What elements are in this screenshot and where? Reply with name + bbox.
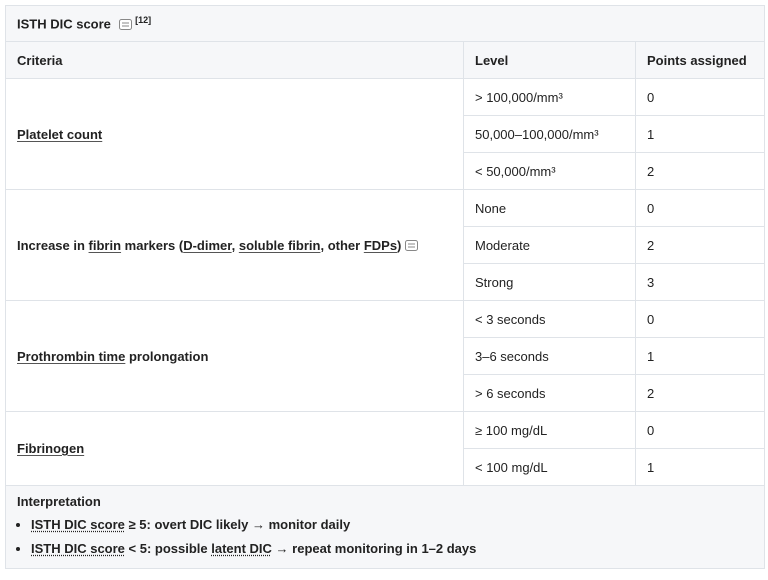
soluble-fibrin-link[interactable]: soluble fibrin bbox=[239, 238, 321, 253]
level-cell: > 100,000/mm³ bbox=[463, 78, 636, 116]
points-cell: 1 bbox=[634, 448, 766, 486]
level-cell: 50,000–100,000/mm³ bbox=[463, 115, 636, 153]
table-row: Platelet count > 100,000/mm³ 0 bbox=[5, 78, 766, 190]
interpretation: Interpretation ISTH DIC score ≥ 5: overt… bbox=[4, 485, 766, 569]
level-cell: > 6 seconds bbox=[463, 374, 636, 412]
level-cell: 3–6 seconds bbox=[463, 337, 636, 375]
fdps-link[interactable]: FDPs bbox=[364, 238, 397, 253]
points-cell: 2 bbox=[634, 152, 766, 190]
level-cell: < 50,000/mm³ bbox=[463, 152, 636, 190]
points-cell: 1 bbox=[634, 115, 766, 153]
criteria-fibrinogen: Fibrinogen bbox=[5, 411, 464, 486]
caption-title: ISTH DIC score bbox=[17, 16, 111, 32]
interpretation-heading: Interpretation bbox=[17, 494, 101, 509]
level-cell: < 100 mg/dL bbox=[463, 448, 636, 486]
table-caption-row: ISTH DIC score [12] bbox=[4, 5, 766, 42]
table-row: Fibrinogen ≥ 100 mg/dL 0 bbox=[5, 411, 766, 486]
table-header-row: Criteria Level Points assigned bbox=[5, 41, 766, 79]
table-row: Increase in fibrin markers (D-dimer, sol… bbox=[5, 189, 766, 301]
points-cell: 3 bbox=[634, 263, 766, 301]
isth-dic-score-link[interactable]: ISTH DIC score bbox=[31, 517, 125, 532]
note-icon[interactable] bbox=[405, 239, 419, 251]
level-cell: Strong bbox=[463, 263, 636, 301]
header-level: Level bbox=[463, 41, 636, 79]
criteria-platelet-count: Platelet count bbox=[5, 78, 464, 190]
table-caption: ISTH DIC score [12] bbox=[4, 5, 766, 42]
level-cell: Moderate bbox=[463, 226, 636, 264]
points-cell: 0 bbox=[634, 411, 766, 449]
reference-link[interactable]: [12] bbox=[135, 15, 151, 25]
list-item: ISTH DIC score ≥ 5: overt DIC likely → m… bbox=[31, 516, 753, 534]
level-cell: < 3 seconds bbox=[463, 300, 636, 338]
interpretation-list: ISTH DIC score ≥ 5: overt DIC likely → m… bbox=[17, 516, 753, 558]
header-points: Points assigned bbox=[634, 41, 766, 79]
interpretation-row: Interpretation ISTH DIC score ≥ 5: overt… bbox=[4, 485, 766, 569]
points-cell: 0 bbox=[634, 300, 766, 338]
d-dimer-link[interactable]: D-dimer bbox=[183, 238, 231, 253]
level-cell: None bbox=[463, 189, 636, 227]
dic-score-table: ISTH DIC score [12] Criteria Level Point… bbox=[4, 5, 766, 569]
prothrombin-time-link[interactable]: Prothrombin time bbox=[17, 349, 125, 364]
level-cell: ≥ 100 mg/dL bbox=[463, 411, 636, 449]
platelet-count-link[interactable]: Platelet count bbox=[17, 127, 102, 142]
points-cell: 0 bbox=[634, 189, 766, 227]
table-row: Prothrombin time prolongation < 3 second… bbox=[5, 300, 766, 412]
latent-dic-link[interactable]: latent DIC bbox=[211, 541, 272, 556]
fibrin-link[interactable]: fibrin bbox=[89, 238, 122, 253]
criteria-prothrombin-time: Prothrombin time prolongation bbox=[5, 300, 464, 412]
points-cell: 2 bbox=[634, 374, 766, 412]
criteria-fibrin-markers: Increase in fibrin markers (D-dimer, sol… bbox=[5, 189, 464, 301]
isth-dic-score-link[interactable]: ISTH DIC score bbox=[31, 541, 125, 556]
fibrinogen-link[interactable]: Fibrinogen bbox=[17, 441, 84, 456]
points-cell: 2 bbox=[634, 226, 766, 264]
points-cell: 1 bbox=[634, 337, 766, 375]
note-icon[interactable] bbox=[118, 18, 132, 30]
header-criteria: Criteria bbox=[5, 41, 464, 79]
list-item: ISTH DIC score < 5: possible latent DIC … bbox=[31, 540, 753, 558]
points-cell: 0 bbox=[634, 78, 766, 116]
